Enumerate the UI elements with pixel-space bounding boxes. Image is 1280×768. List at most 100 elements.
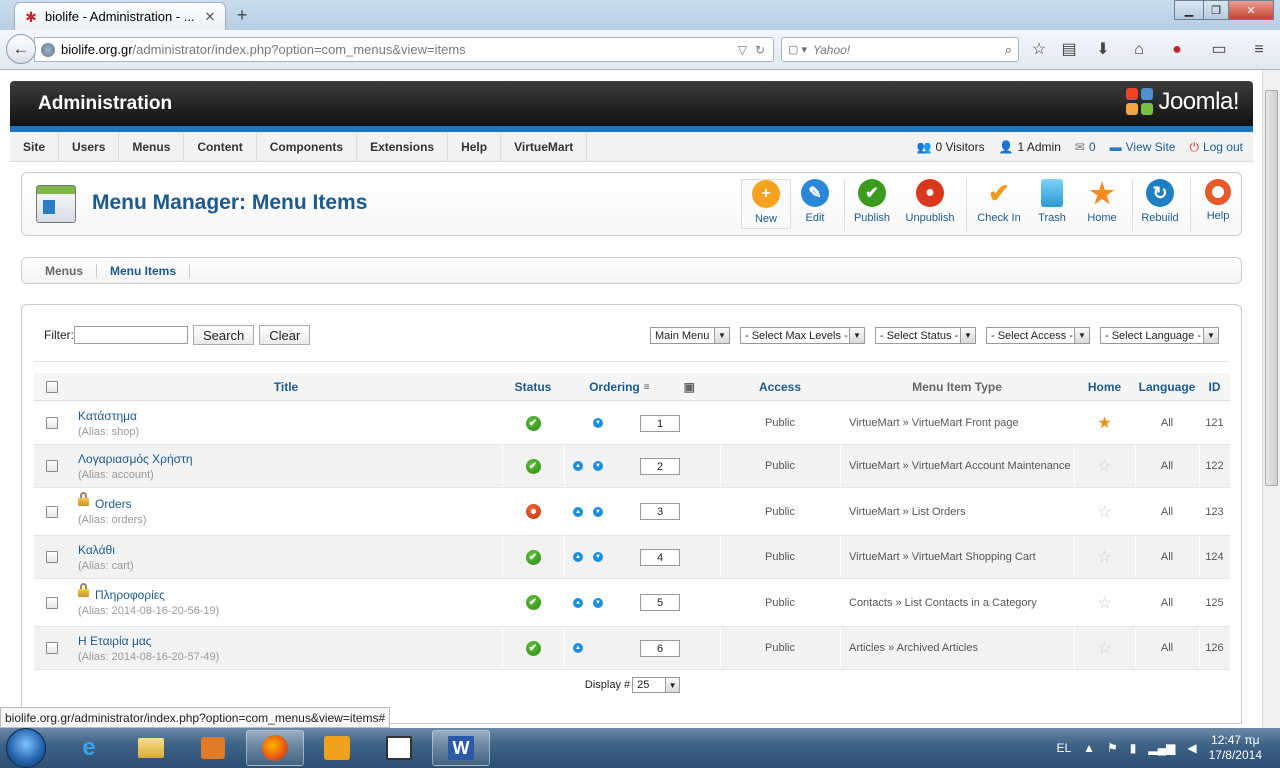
star-outline-icon[interactable]: ☆ <box>1097 593 1111 613</box>
menu-menus[interactable]: Menus <box>119 131 185 162</box>
ie-icon[interactable]: e <box>60 730 118 766</box>
row-checkbox[interactable] <box>34 627 70 669</box>
row-home[interactable]: ☆ <box>1074 445 1135 487</box>
url-dropdown-icon[interactable]: ▽ <box>738 43 747 57</box>
power-icon[interactable]: ▮ <box>1130 741 1137 755</box>
tray-up-arrow-icon[interactable]: ▲ <box>1083 741 1095 755</box>
max-levels-select[interactable]: - Select Max Levels - ▼ <box>740 327 865 344</box>
search-icon[interactable]: ⌕ <box>1005 42 1012 58</box>
order-input[interactable]: 6 <box>640 640 680 657</box>
row-access[interactable]: Public <box>720 445 840 487</box>
clear-button[interactable]: Clear <box>259 325 311 345</box>
display-count-select[interactable]: 25 ▼ <box>632 677 681 693</box>
reading-list-icon[interactable]: ▤ <box>1058 39 1080 61</box>
move-down-icon[interactable]: ▼ <box>593 418 603 428</box>
help-button[interactable]: Help <box>1193 179 1243 229</box>
submenu-menus[interactable]: Menus <box>32 263 98 278</box>
move-up-icon[interactable]: ▲ <box>573 506 583 517</box>
network-icon[interactable]: ▂▄▆ <box>1148 741 1175 755</box>
reload-icon[interactable]: ↻ <box>755 43 765 57</box>
save-order-icon[interactable]: ▣ <box>684 380 695 394</box>
download-icon[interactable]: ⬇ <box>1092 39 1114 61</box>
back-button[interactable]: ← <box>6 34 36 64</box>
menu-item-title-link[interactable]: Η Εταιρία μας <box>78 634 152 648</box>
row-access[interactable]: Public <box>720 402 840 444</box>
search-button[interactable]: Search <box>193 325 255 345</box>
menu-item-title-link[interactable]: Λογαριασμός Χρήστη <box>78 452 193 466</box>
media-classic-icon[interactable] <box>370 730 428 766</box>
url-bar[interactable]: biolife.org.gr/administrator/index.php?o… <box>34 37 774 62</box>
move-up-icon[interactable]: ▲ <box>573 597 583 608</box>
row-access[interactable]: Public <box>720 627 840 669</box>
star-outline-icon[interactable]: ☆ <box>1097 547 1111 567</box>
search-bar[interactable]: ▢ ▾ Yahoo! ⌕ <box>781 37 1019 62</box>
published-icon[interactable]: ✔ <box>525 415 541 431</box>
window-icon[interactable]: ▭ <box>1208 39 1230 61</box>
move-down-icon[interactable]: ▼ <box>593 506 603 517</box>
restore-button[interactable]: ❐ <box>1203 0 1229 20</box>
clock[interactable]: 12:47 πμ 17/8/2014 <box>1209 733 1262 763</box>
order-input[interactable]: 3 <box>640 503 680 520</box>
adblock-icon[interactable]: ● <box>1166 39 1188 61</box>
row-checkbox[interactable] <box>34 536 70 578</box>
menu-virtuemart[interactable]: VirtueMart <box>501 131 588 162</box>
close-tab-icon[interactable]: ✕ <box>203 9 217 25</box>
row-checkbox[interactable] <box>34 402 70 444</box>
language-indicator[interactable]: EL <box>1056 741 1071 755</box>
home-button[interactable]: ★ Home <box>1077 178 1127 229</box>
status-select[interactable]: - Select Status - ▼ <box>875 327 976 344</box>
row-home[interactable]: ★ <box>1074 402 1135 444</box>
publish-button[interactable]: ✔ Publish <box>847 179 897 229</box>
row-access[interactable]: Public <box>720 488 840 535</box>
row-home[interactable]: ☆ <box>1074 488 1135 535</box>
menu-components[interactable]: Components <box>257 131 358 162</box>
column-access[interactable]: Access <box>720 373 840 401</box>
access-select[interactable]: - Select Access - ▼ <box>986 327 1090 344</box>
published-icon[interactable]: ✔ <box>525 595 541 610</box>
messages-status[interactable]: ✉ 0 <box>1075 140 1096 154</box>
lock-icon[interactable] <box>78 582 89 598</box>
language-select[interactable]: - Select Language - ▼ <box>1100 327 1219 344</box>
menu-item-title-link[interactable]: Πληροφορίες <box>95 588 165 602</box>
menu-users[interactable]: Users <box>59 131 120 162</box>
browser-tab[interactable]: ✱ biolife - Administration - ... ✕ <box>14 2 226 30</box>
menu-item-title-link[interactable]: Καλάθι <box>78 543 115 557</box>
close-window-button[interactable]: ✕ <box>1228 0 1274 20</box>
row-access[interactable]: Public <box>720 536 840 578</box>
select-all-checkbox[interactable] <box>34 373 70 401</box>
column-language[interactable]: Language <box>1135 373 1199 401</box>
media-player-icon[interactable] <box>184 730 242 766</box>
unpublished-icon[interactable] <box>525 504 541 519</box>
menu-help[interactable]: Help <box>448 131 502 162</box>
order-input[interactable]: 4 <box>640 549 680 566</box>
published-icon[interactable]: ✔ <box>525 549 541 565</box>
row-access[interactable]: Public <box>720 579 840 626</box>
row-status[interactable]: ✔ <box>502 402 564 444</box>
menu-item-title-link[interactable]: Orders <box>95 497 132 511</box>
move-up-icon[interactable]: ▲ <box>573 552 583 562</box>
row-checkbox[interactable] <box>34 488 70 535</box>
vertical-scrollbar[interactable] <box>1262 70 1280 728</box>
row-status[interactable]: ✔ <box>502 627 564 669</box>
lock-icon[interactable] <box>78 491 89 507</box>
move-down-icon[interactable]: ▼ <box>593 552 603 562</box>
order-input[interactable]: 2 <box>640 458 680 475</box>
volume-icon[interactable]: ◀ <box>1187 741 1196 755</box>
logout-link[interactable]: ⏻ Log out <box>1189 140 1243 155</box>
order-input[interactable]: 1 <box>640 415 680 432</box>
menu-item-title-link[interactable]: Κατάστημα <box>78 409 137 423</box>
row-checkbox[interactable] <box>34 445 70 487</box>
trash-button[interactable]: Trash <box>1027 179 1077 229</box>
menu-content[interactable]: Content <box>184 131 257 162</box>
star-outline-icon[interactable]: ☆ <box>1097 456 1111 476</box>
star-outline-icon[interactable]: ☆ <box>1097 638 1111 658</box>
word-icon[interactable]: W <box>432 730 490 766</box>
row-status[interactable]: ✔ <box>502 536 564 578</box>
menu-site[interactable]: Site <box>10 131 60 162</box>
home-star-icon[interactable]: ★ <box>1097 413 1111 433</box>
home-icon[interactable]: ⌂ <box>1128 39 1150 61</box>
row-status[interactable]: ✔ <box>502 445 564 487</box>
column-status[interactable]: Status <box>502 373 564 401</box>
row-home[interactable]: ☆ <box>1074 579 1135 626</box>
menu-extensions[interactable]: Extensions <box>357 131 449 162</box>
